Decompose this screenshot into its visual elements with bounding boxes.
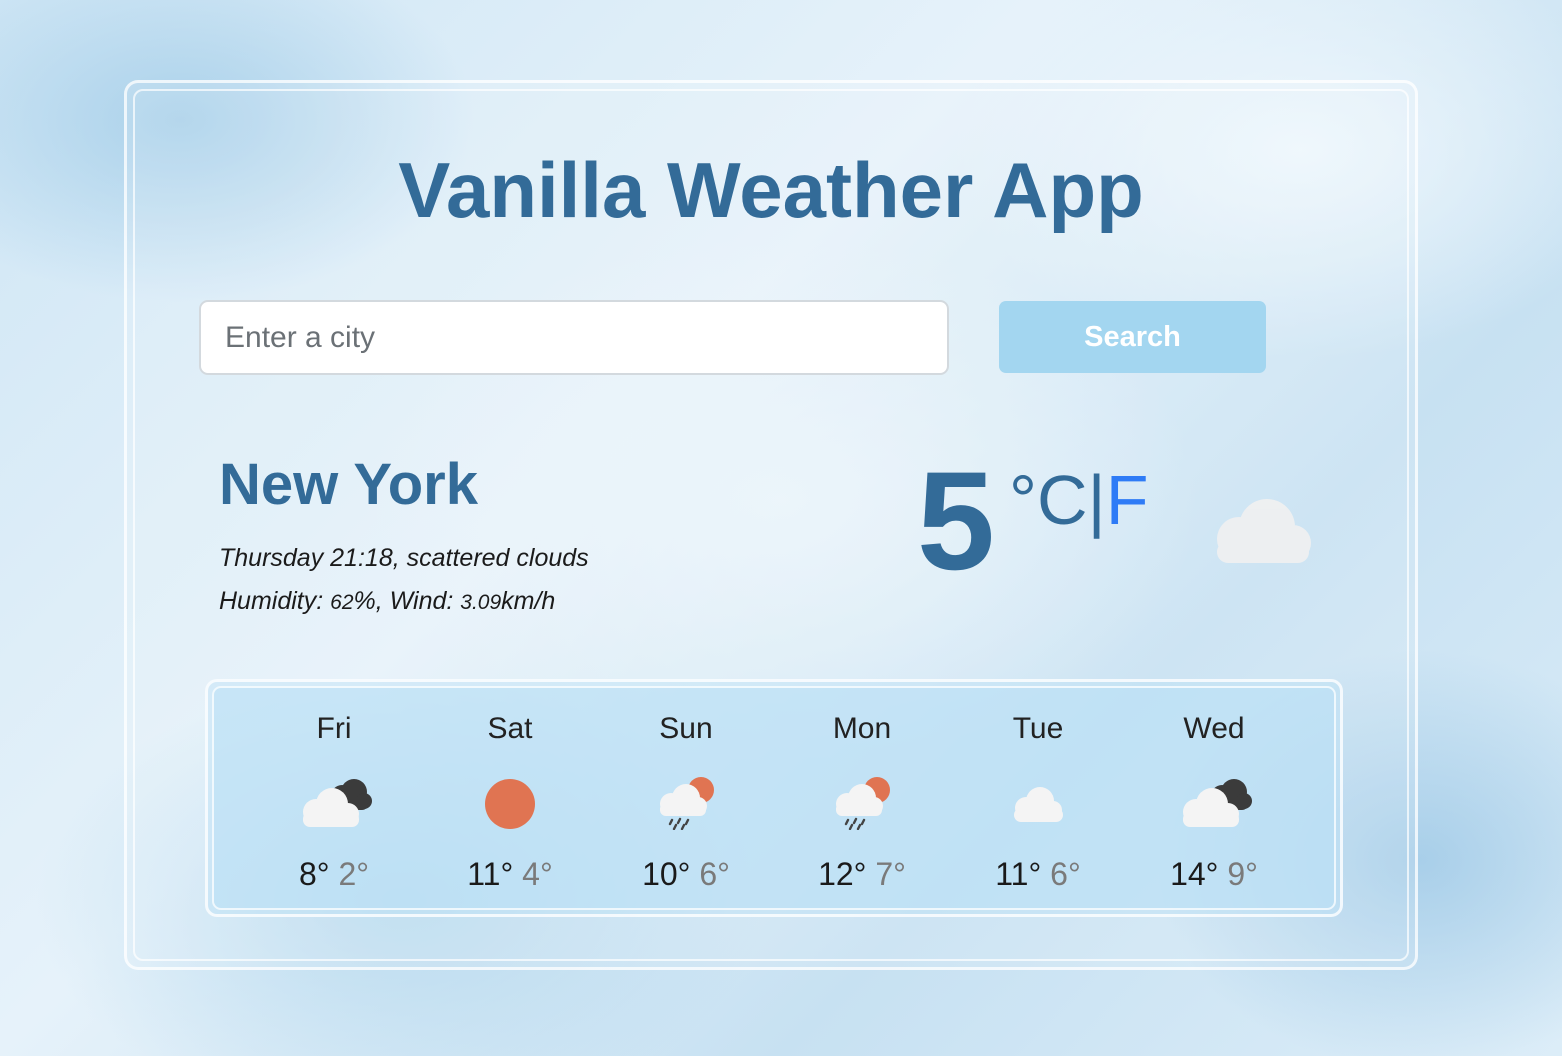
forecast-min: 6° (1050, 856, 1081, 892)
humidity-value: 62 (330, 591, 354, 614)
forecast-max: 11° (995, 856, 1042, 892)
humidity-unit: % (353, 587, 376, 615)
forecast-day-name: Mon (832, 712, 892, 745)
weather-description: scattered clouds (406, 544, 589, 572)
search-button[interactable]: Search (999, 301, 1266, 373)
forecast-min: 7° (875, 856, 906, 892)
city-search-input[interactable] (199, 300, 949, 375)
forecast-max: 10° (642, 856, 691, 892)
wind-unit: km/h (501, 587, 556, 615)
cloud-with-dark-cloud-icon (303, 779, 372, 827)
forecast-max: 8° (298, 856, 330, 892)
forecast-temps: 14° 9° (1126, 856, 1302, 893)
forecast-max: 14° (1170, 856, 1219, 892)
temperature-value: 5 (917, 442, 995, 599)
date-description-line: Thursday 21:18, scattered clouds (219, 544, 589, 572)
forecast-inner: Fri 8° 2° Sat 11° 4° Sun 10° 6° Mon 12° … (212, 686, 1336, 910)
forecast-day: Fri 8° 2° (246, 688, 422, 918)
forecast-min: 2° (338, 856, 370, 892)
humidity-wind-line: Humidity: 62%, Wind: 3.09km/h (219, 587, 556, 615)
forecast-temps: 12° 7° (774, 856, 950, 893)
forecast-day-name: Wed (1183, 712, 1245, 745)
unit-toggle: °C|F (1009, 465, 1149, 535)
forecast-temps: 11° 4° (422, 856, 598, 893)
forecast-temps: 8° 2° (246, 856, 422, 893)
wind-value: 3.09 (460, 591, 502, 614)
forecast-temps: 10° 6° (598, 856, 774, 893)
forecast-day: Sat 11° 4° (422, 688, 598, 918)
wind-label: Wind: (389, 587, 454, 615)
forecast-min: 6° (699, 856, 730, 892)
city-name: New York (219, 452, 478, 517)
weather-details: Thursday 21:18, scattered clouds Humidit… (219, 537, 589, 624)
forecast-min: 9° (1227, 856, 1258, 892)
forecast-day-name: Sun (659, 712, 713, 745)
forecast-day-name: Sat (487, 712, 533, 745)
forecast-max: 12° (818, 856, 867, 892)
day-time: Thursday 21:18 (219, 544, 393, 572)
forecast-day: Tue 11° 6° (950, 688, 1126, 918)
weather-card: Vanilla Weather App Search New York Thur… (124, 80, 1418, 970)
humidity-label: Humidity: (219, 587, 324, 615)
rain-cloud-sun-icon (660, 777, 714, 830)
fahrenheit-link[interactable]: F (1106, 461, 1149, 539)
forecast-panel: Fri 8° 2° Sat 11° 4° Sun 10° 6° Mon 12° … (205, 679, 1343, 917)
app-title: Vanilla Weather App (398, 146, 1144, 234)
forecast-day: Sun 10° 6° (598, 688, 774, 918)
forecast-max: 11° (467, 856, 514, 892)
forecast-day-name: Tue (1012, 712, 1064, 745)
cloud-with-dark-cloud-icon (1183, 779, 1252, 827)
forecast-temps: 11° 6° (950, 856, 1126, 893)
sun-icon (485, 779, 535, 829)
unit-separator: | (1087, 461, 1106, 539)
forecast-day: Wed 14° 9° (1126, 688, 1302, 918)
rain-cloud-sun-icon (836, 777, 890, 830)
forecast-day-name: Fri (316, 712, 352, 745)
cloud-icon (1217, 499, 1311, 563)
forecast-min: 4° (522, 856, 553, 892)
forecast-day: Mon 12° 7° (774, 688, 950, 918)
cloud-icon (1014, 787, 1063, 822)
celsius-link[interactable]: °C (1009, 461, 1088, 539)
